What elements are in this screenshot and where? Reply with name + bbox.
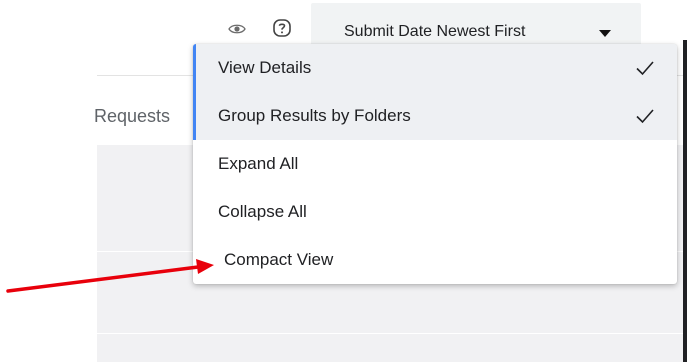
help-icon[interactable]	[272, 18, 292, 38]
menu-item-group-results-by-folders[interactable]: Group Results by Folders	[193, 92, 677, 140]
caret-down-icon	[599, 30, 611, 37]
menu-item-label: Group Results by Folders	[218, 106, 411, 125]
menu-item-expand-all[interactable]: Expand All	[193, 140, 677, 188]
scrollbar-edge	[683, 40, 687, 362]
menu-item-label: Compact View	[224, 250, 334, 269]
check-icon	[636, 61, 654, 76]
check-icon	[636, 109, 654, 124]
menu-item-compact-view[interactable]: Compact View	[193, 236, 677, 284]
menu-item-collapse-all[interactable]: Collapse All	[193, 188, 677, 236]
view-options-menu: View Details Group Results by Folders Ex…	[193, 44, 677, 284]
sort-dropdown-label: Submit Date Newest First	[344, 23, 526, 40]
tab-requests[interactable]: Requests	[94, 106, 170, 127]
menu-item-view-details[interactable]: View Details	[193, 44, 677, 92]
eye-icon[interactable]	[228, 22, 246, 36]
row-divider	[97, 333, 687, 334]
menu-item-label: Expand All	[218, 154, 299, 173]
menu-item-label: View Details	[218, 58, 312, 77]
screenshot-stage: Submit Date Newest First Requests View D…	[0, 0, 687, 362]
menu-item-label: Collapse All	[218, 202, 307, 221]
